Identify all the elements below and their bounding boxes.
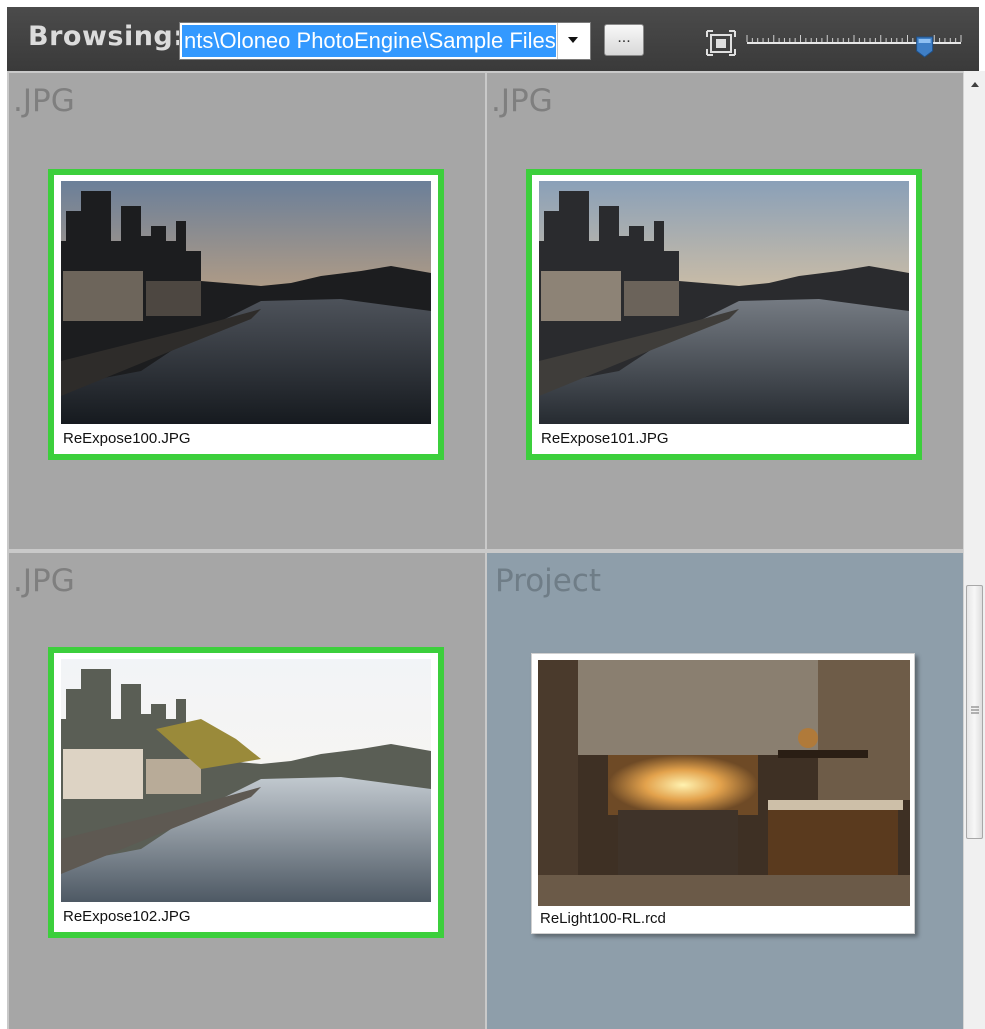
thumbnail-filename: ReExpose102.JPG [63, 908, 191, 925]
photo-thumbnail [539, 181, 909, 424]
thumbnail-card[interactable]: ReLight100-RL.rcd [531, 653, 915, 934]
group-title: .JPG [491, 83, 553, 119]
photo-thumbnail [61, 659, 431, 902]
thumbnail-card[interactable]: ReExpose100.JPG [48, 169, 444, 460]
thumbnail-filename: ReExpose100.JPG [63, 430, 191, 447]
browsing-label: Browsing: [28, 21, 185, 52]
thumbnail-card[interactable]: ReExpose102.JPG [48, 647, 444, 938]
group-title: .JPG [13, 83, 75, 119]
fit-to-window-icon[interactable] [705, 27, 737, 59]
thumbnail-grid: .JPG ReExpose100.JPG .JPG ReExpose101.JP… [7, 71, 963, 1029]
thumbnail-card[interactable]: ReExpose101.JPG [526, 169, 922, 460]
thumbnail-filename: ReExpose101.JPG [541, 430, 669, 447]
group-title: Project [495, 563, 602, 599]
thumbnail-filename: ReLight100-RL.rcd [540, 910, 666, 927]
chevron-down-icon [568, 37, 578, 43]
vertical-scrollbar[interactable] [963, 71, 985, 1029]
photo-thumbnail [61, 181, 431, 424]
group-cell: Project ReLight100-RL.rcd [487, 553, 963, 1029]
slider-thumb[interactable] [916, 36, 934, 58]
scrollbar-thumb[interactable] [966, 585, 983, 839]
path-dropdown-button[interactable] [557, 23, 590, 59]
folder-path-input[interactable]: nts\Oloneo PhotoEngine\Sample Files\ [181, 24, 557, 58]
thumbnail-size-slider[interactable] [743, 27, 965, 61]
browse-folder-button[interactable]: ... [604, 24, 644, 56]
group-cell: .JPG ReExpose102.JPG [9, 553, 485, 1029]
folder-path-combobox[interactable]: nts\Oloneo PhotoEngine\Sample Files\ [179, 22, 591, 60]
browse-toolbar: Browsing: nts\Oloneo PhotoEngine\Sample … [7, 7, 979, 71]
group-cell: .JPG ReExpose101.JPG [487, 73, 963, 549]
scroll-up-arrow-icon[interactable] [968, 75, 982, 93]
group-cell: .JPG ReExpose100.JPG [9, 73, 485, 549]
group-title: .JPG [13, 563, 75, 599]
photo-thumbnail [538, 660, 910, 906]
scroll-grip-icon [971, 706, 979, 714]
